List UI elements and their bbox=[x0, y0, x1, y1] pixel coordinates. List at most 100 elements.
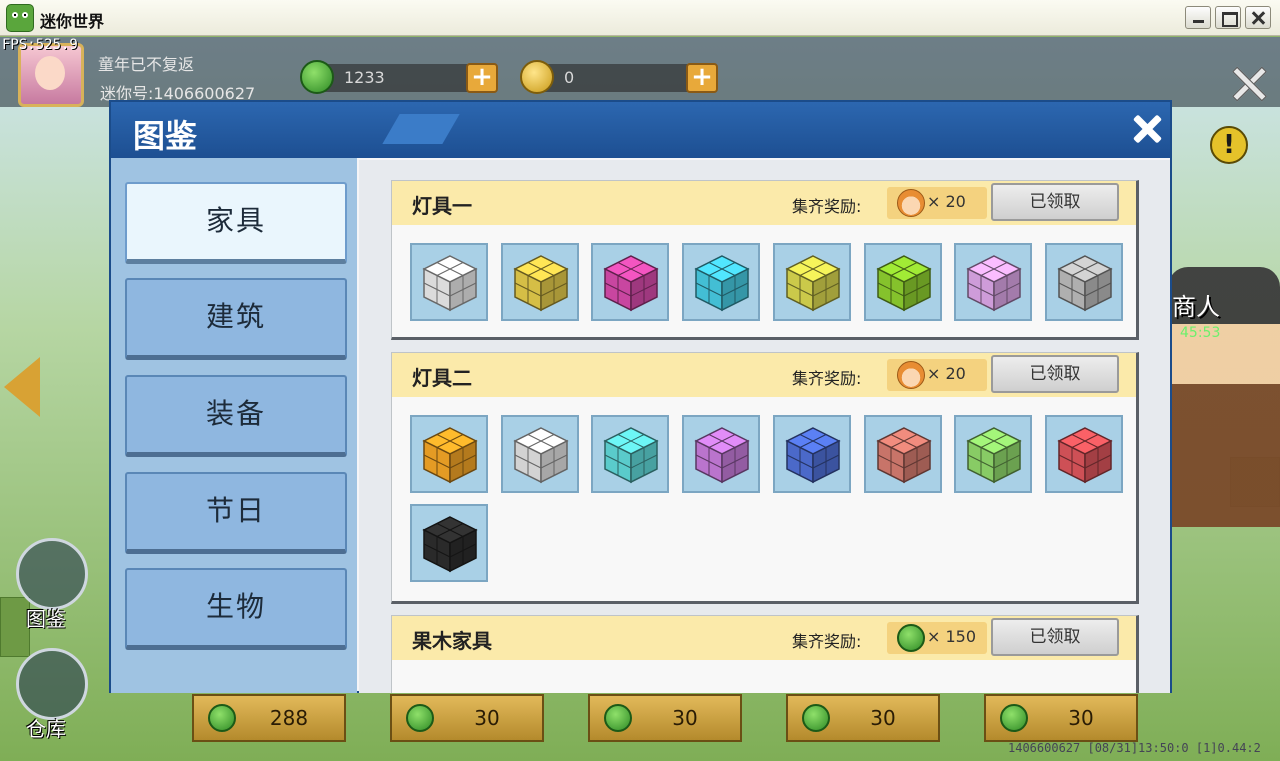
hotbar-slot-value: 30 bbox=[672, 706, 698, 730]
hotbar-slot[interactable]: 30 bbox=[390, 694, 544, 742]
collection-item[interactable] bbox=[500, 415, 579, 493]
collection-item[interactable] bbox=[863, 415, 942, 493]
dialog-header: 图鉴 bbox=[111, 102, 1170, 158]
hotbar-slot[interactable]: 30 bbox=[588, 694, 742, 742]
block-icon bbox=[785, 254, 841, 312]
reward-count: × 20 bbox=[927, 192, 966, 211]
collection-item[interactable] bbox=[410, 243, 488, 321]
claimed-button[interactable]: 已领取 bbox=[991, 183, 1119, 221]
hotbar-slot[interactable]: 30 bbox=[786, 694, 940, 742]
reward-box: × 20 bbox=[887, 359, 987, 391]
hotbar-slot-value: 30 bbox=[1068, 706, 1094, 730]
window-title: 迷你世界 bbox=[40, 12, 105, 31]
add-green-currency-button[interactable]: + bbox=[466, 63, 498, 93]
fps-counter: FPS:525.9 bbox=[2, 37, 78, 53]
gold-currency-value: 0 bbox=[564, 68, 575, 87]
gem-icon bbox=[897, 624, 925, 652]
warehouse-label: 仓库 bbox=[26, 717, 66, 741]
set-header: 灯具二 集齐奖励: × 20 已领取 bbox=[392, 353, 1136, 397]
window-close-button[interactable] bbox=[1245, 6, 1271, 29]
collection-item[interactable] bbox=[591, 415, 670, 493]
handbook-label: 图鉴 bbox=[26, 607, 66, 631]
mini-coin-icon bbox=[520, 60, 554, 94]
set-title: 灯具二 bbox=[412, 366, 472, 390]
hotbar-slot-value: 30 bbox=[474, 706, 500, 730]
gem-icon bbox=[802, 704, 830, 732]
collection-item[interactable] bbox=[954, 415, 1033, 493]
reward-label: 集齐奖励: bbox=[792, 632, 862, 651]
gem-icon bbox=[1000, 704, 1028, 732]
collection-set: 灯具二 集齐奖励: × 20 已领取 bbox=[391, 352, 1139, 604]
collection-item[interactable] bbox=[772, 243, 851, 321]
claimed-button[interactable]: 已领取 bbox=[991, 618, 1119, 656]
block-icon bbox=[875, 426, 932, 484]
collection-item[interactable] bbox=[954, 243, 1033, 321]
collection-item[interactable] bbox=[1044, 415, 1123, 493]
block-icon bbox=[785, 426, 841, 484]
reward-label: 集齐奖励: bbox=[792, 197, 862, 216]
collection-set: 果木家具 集齐奖励: × 150 已领取 bbox=[391, 615, 1139, 693]
gem-icon bbox=[604, 704, 632, 732]
block-icon bbox=[694, 426, 750, 484]
hotbar-slot[interactable]: 288 bbox=[192, 694, 346, 742]
add-gold-currency-button[interactable]: + bbox=[686, 63, 718, 93]
gem-icon bbox=[208, 704, 236, 732]
collection-item[interactable] bbox=[410, 504, 488, 582]
block-icon bbox=[422, 254, 478, 312]
category-sidebar: 家具 建筑 装备 节日 生物 bbox=[111, 158, 357, 693]
block-icon bbox=[422, 515, 478, 573]
block-icon bbox=[422, 426, 478, 484]
face-icon bbox=[897, 361, 925, 389]
reward-label: 集齐奖励: bbox=[792, 369, 862, 388]
dialog-title: 图鉴 bbox=[133, 117, 198, 155]
dialog-close-icon[interactable] bbox=[1129, 110, 1167, 148]
maximize-button[interactable] bbox=[1215, 6, 1241, 29]
close-icon[interactable] bbox=[1230, 65, 1266, 101]
claimed-button[interactable]: 已领取 bbox=[991, 355, 1119, 393]
collection-item[interactable] bbox=[682, 415, 761, 493]
collection-item[interactable] bbox=[1044, 243, 1123, 321]
collection-list[interactable]: 灯具一 集齐奖励: × 20 已领取 灯具二 集齐奖励: × 20 已领取 果木… bbox=[359, 160, 1170, 693]
npc-label: 商人 bbox=[1172, 293, 1220, 321]
block-icon bbox=[875, 254, 932, 312]
block-icon bbox=[966, 254, 1022, 312]
collection-item[interactable] bbox=[591, 243, 670, 321]
hotbar-slot-value: 30 bbox=[870, 706, 896, 730]
gold-currency: 0 + bbox=[520, 60, 718, 94]
category-festival[interactable]: 节日 bbox=[125, 472, 347, 554]
block-icon bbox=[1057, 254, 1113, 312]
block-icon bbox=[513, 426, 569, 484]
category-building[interactable]: 建筑 bbox=[125, 278, 347, 360]
alert-icon[interactable]: ! bbox=[1210, 126, 1248, 164]
window-titlebar: 迷你世界 bbox=[0, 0, 1280, 36]
category-furniture[interactable]: 家具 bbox=[125, 182, 347, 264]
face-icon bbox=[897, 189, 925, 217]
collection-item[interactable] bbox=[410, 415, 488, 493]
minimize-button[interactable] bbox=[1185, 6, 1211, 29]
category-creature[interactable]: 生物 bbox=[125, 568, 347, 650]
collection-item[interactable] bbox=[500, 243, 579, 321]
status-line: 1406600627 [08/31]13:50:0 [1]0.44:2 bbox=[1008, 741, 1261, 755]
set-header: 果木家具 集齐奖励: × 150 已领取 bbox=[392, 616, 1136, 660]
block-icon bbox=[694, 254, 750, 312]
collection-item[interactable] bbox=[772, 415, 851, 493]
block-icon bbox=[966, 426, 1022, 484]
reward-box: × 20 bbox=[887, 187, 987, 219]
category-equipment[interactable]: 装备 bbox=[125, 375, 347, 457]
handbook-dialog: 图鉴 家具 建筑 装备 节日 生物 灯具一 集齐奖励: × 20 已领取 灯具二… bbox=[109, 100, 1172, 693]
handbook-button[interactable] bbox=[16, 538, 88, 610]
left-arrow-icon[interactable] bbox=[4, 357, 40, 417]
green-currency-value: 1233 bbox=[344, 68, 385, 87]
block-icon bbox=[1057, 426, 1113, 484]
npc-timer: 45:53 bbox=[1180, 325, 1221, 341]
gem-icon bbox=[406, 704, 434, 732]
header-decoration bbox=[382, 114, 460, 144]
hotbar-slot[interactable]: 30 bbox=[984, 694, 1138, 742]
green-currency: 1233 + bbox=[300, 60, 498, 94]
collection-item[interactable] bbox=[682, 243, 761, 321]
mini-bean-icon bbox=[300, 60, 334, 94]
set-title: 灯具一 bbox=[412, 194, 472, 218]
collection-item[interactable] bbox=[863, 243, 942, 321]
set-title: 果木家具 bbox=[412, 629, 492, 653]
warehouse-button[interactable] bbox=[16, 648, 88, 720]
